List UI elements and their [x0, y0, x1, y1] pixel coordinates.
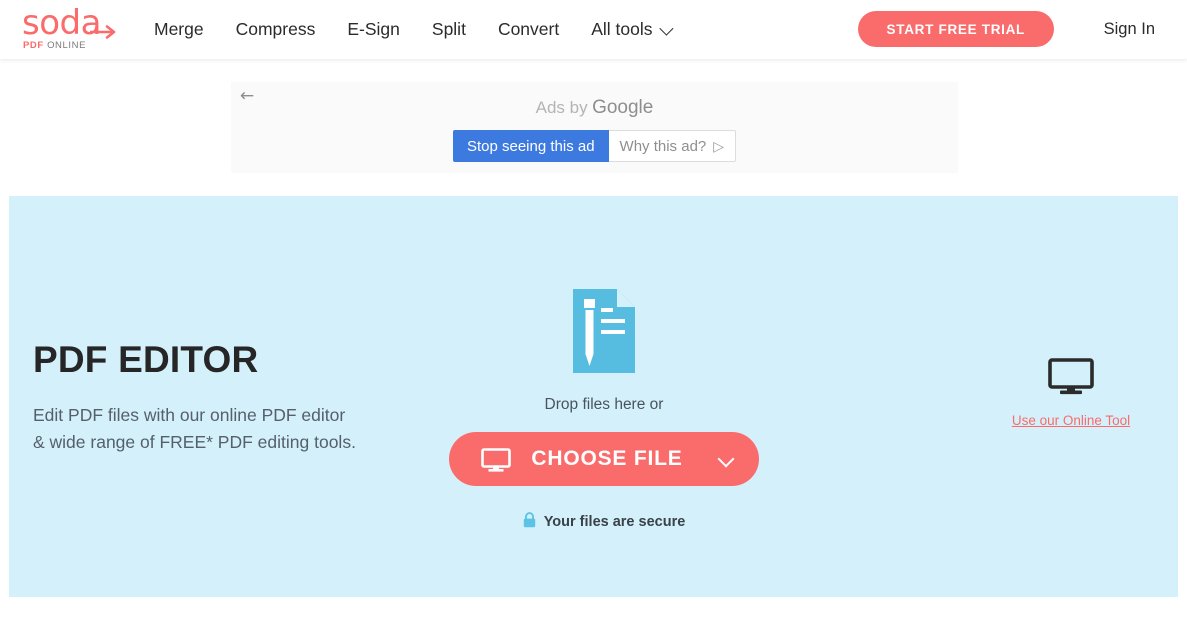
nav-item-convert[interactable]: Convert [482, 0, 575, 59]
why-this-ad-label: Why this ad? [619, 137, 707, 155]
ads-by-google-label: Ads by Google [231, 97, 958, 119]
chevron-down-icon [658, 21, 673, 36]
main-navigation: Merge Compress E-Sign Split Convert All … [138, 0, 686, 59]
hero-text-block: PDF EDITOR Edit PDF files with our onlin… [33, 340, 453, 456]
hero-subtitle: Edit PDF files with our online PDF edito… [33, 402, 453, 456]
site-header: soda PDF ONLINE Merge Compress E-Sign Sp… [0, 0, 1187, 59]
nav-label-all-tools: All tools [591, 19, 653, 39]
online-tool-block: Use our Online Tool [986, 358, 1156, 428]
arrow-right-icon [90, 25, 118, 39]
sign-in-link[interactable]: Sign In [1104, 0, 1155, 59]
google-ad-overlay: ← Ads by Google Stop seeing this ad Why … [231, 82, 958, 173]
why-this-ad-button[interactable]: Why this ad? ▷ [608, 130, 737, 162]
lock-icon [523, 512, 536, 532]
use-online-tool-link[interactable]: Use our Online Tool [1012, 413, 1130, 428]
page-title: PDF EDITOR [33, 339, 259, 380]
file-dropzone[interactable]: Drop files here or CHOOSE FILE Your file… [394, 196, 814, 597]
files-secure-label: Your files are secure [543, 514, 686, 530]
choose-file-button[interactable]: CHOOSE FILE [449, 432, 759, 486]
files-secure-note: Your files are secure [523, 512, 686, 532]
nav-item-compress[interactable]: Compress [220, 0, 332, 59]
play-triangle-icon: ▷ [713, 137, 725, 154]
nav-item-all-tools[interactable]: All tools [575, 0, 685, 59]
nav-label-compress: Compress [235, 19, 316, 39]
ads-by-text: Ads by [535, 98, 588, 117]
logo-sub-pdf: PDF [23, 40, 44, 51]
nav-item-split[interactable]: Split [416, 0, 482, 59]
drop-files-label: Drop files here or [544, 396, 664, 413]
start-free-trial-button[interactable]: START FREE TRIAL [857, 11, 1054, 47]
nav-item-esign[interactable]: E-Sign [331, 0, 416, 59]
hero-subtitle-line1: Edit PDF files with our online PDF edito… [33, 405, 346, 425]
stop-seeing-this-ad-button[interactable]: Stop seeing this ad [452, 130, 609, 162]
hero-section: PDF EDITOR Edit PDF files with our onlin… [9, 196, 1178, 597]
logo-sub-online: ONLINE [47, 40, 87, 51]
nav-item-merge[interactable]: Merge [138, 0, 220, 59]
hero-subtitle-line2: & wide range of FREE* PDF editing tools. [33, 432, 356, 452]
pdf-edit-document-icon [573, 289, 635, 378]
nav-label-convert: Convert [497, 19, 560, 39]
monitor-icon [481, 448, 511, 475]
google-brand-text: Google [592, 97, 654, 118]
ad-actions: Stop seeing this ad Why this ad? ▷ [231, 130, 958, 162]
monitor-icon [1048, 358, 1094, 401]
site-logo[interactable]: soda PDF ONLINE [22, 6, 118, 51]
nav-label-split: Split [431, 19, 466, 39]
nav-label-merge: Merge [154, 19, 204, 39]
nav-label-esign: E-Sign [347, 19, 400, 39]
logo-subtitle: PDF ONLINE [23, 41, 86, 51]
